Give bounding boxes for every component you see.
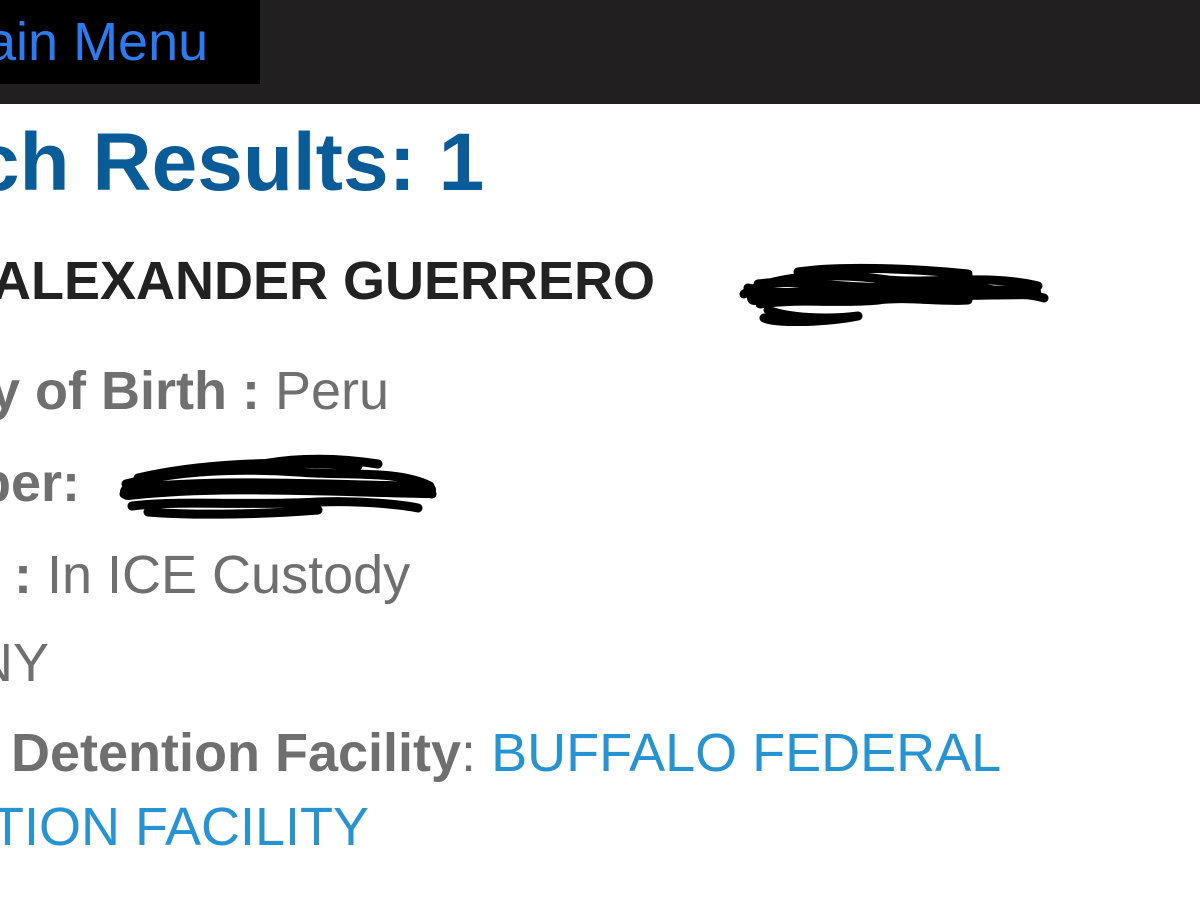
facility-separator: :	[461, 723, 477, 783]
main-menu-button[interactable]: ain Menu	[0, 0, 260, 84]
number-label: ber:	[0, 453, 81, 513]
status-row: : In ICE Custody	[14, 542, 410, 608]
search-results-title: rch Results: 1	[0, 117, 485, 208]
country-of-birth-row: y of Birth : Peru	[0, 358, 389, 424]
state-row: NY	[0, 630, 49, 696]
country-of-birth-label: y of Birth :	[0, 361, 260, 421]
country-of-birth-value: Peru	[275, 361, 390, 421]
detainee-name: ALEXANDER GUERRERO	[0, 251, 656, 311]
facility-link-line-2[interactable]: ITION FACILITY	[0, 797, 369, 857]
facility-row: t Detention Facility: BUFFALO FEDERAL	[0, 720, 1001, 786]
status-label: :	[14, 545, 32, 605]
number-redaction-scribble	[119, 454, 437, 519]
top-bar: ain Menu	[0, 0, 1200, 104]
facility-label: t Detention Facility	[0, 723, 462, 783]
status-value: In ICE Custody	[47, 545, 411, 605]
redaction-scribble	[739, 263, 1049, 326]
state-value: NY	[0, 633, 50, 693]
number-row: ber:	[0, 450, 80, 516]
facility-link-line-2-row: ITION FACILITY	[0, 794, 369, 860]
facility-link[interactable]: BUFFALO FEDERAL	[491, 723, 1001, 783]
